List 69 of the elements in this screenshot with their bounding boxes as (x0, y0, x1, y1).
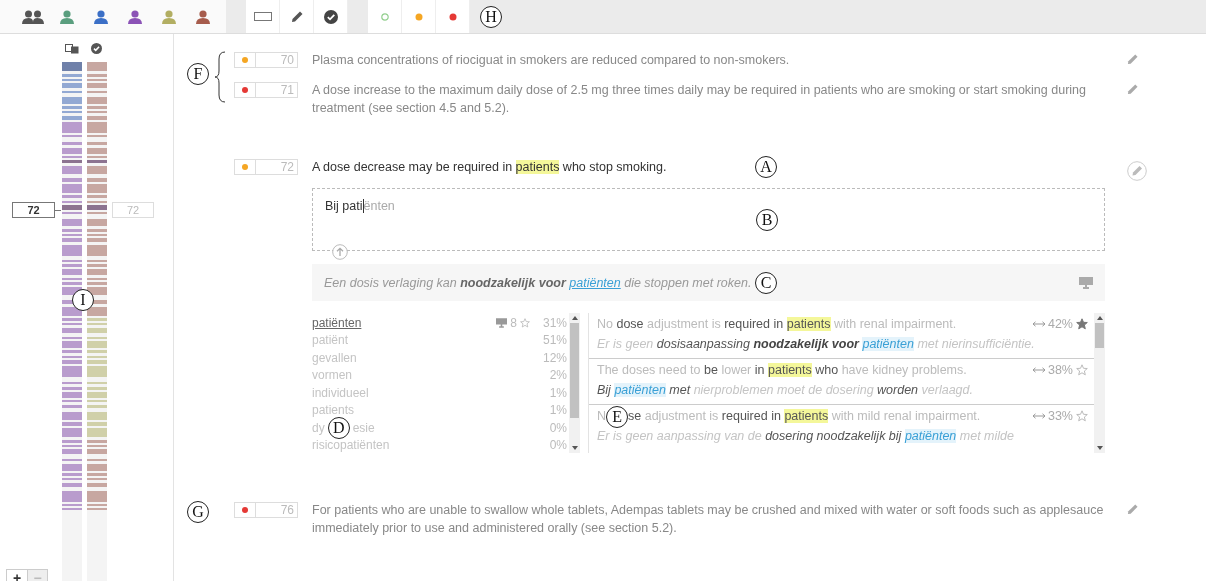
pencil-icon (290, 10, 303, 23)
segment-marker: 72 (112, 202, 154, 218)
callout-label: C (755, 271, 777, 294)
pencil-icon[interactable] (1127, 504, 1138, 515)
segment-view-button[interactable] (246, 0, 280, 33)
callout-label: G (187, 501, 209, 523)
double-arrow-icon (1032, 413, 1045, 419)
callout-label: E (606, 405, 629, 428)
translation-input-field[interactable]: Bij patiënten B (312, 188, 1105, 251)
scrollbar[interactable] (569, 313, 580, 453)
document-map-drawing[interactable] (62, 62, 107, 581)
callout-label: H (480, 5, 502, 28)
status-filter-button[interactable] (402, 0, 436, 33)
zoom-out-button[interactable]: − (27, 570, 47, 581)
segment-number: 70 (279, 53, 295, 67)
check-circle-icon (91, 43, 102, 54)
arrow-up-circle-icon[interactable] (332, 244, 348, 260)
scroll-thumb[interactable] (1095, 323, 1104, 348)
monitor-icon (1079, 276, 1093, 289)
segment-number: 72 (279, 160, 295, 174)
callout-label: F (187, 63, 209, 85)
check-circle-icon (323, 9, 338, 24)
double-arrow-icon (1032, 321, 1045, 327)
term-suggestion[interactable]: patiënt 51% (312, 331, 569, 349)
term-suggestion[interactable]: dy D esie 0% (312, 419, 569, 437)
rectangle-icon (253, 12, 272, 21)
pencil-icon[interactable] (1127, 54, 1138, 65)
edit-mode-button[interactable] (280, 0, 314, 33)
term-suggestion[interactable]: vormen 2% (312, 366, 569, 384)
star-outline-icon[interactable] (1076, 364, 1088, 376)
star-outline-icon[interactable] (520, 317, 530, 328)
segment-id-box[interactable]: 71 (234, 82, 298, 98)
star-icon[interactable] (1076, 318, 1088, 330)
segment-number: 71 (279, 83, 295, 97)
source-sentence: A dose increase to the maximum daily dose of 2.5 mg three times daily may be required in patients who are smoking or start smoking during treatment (see section 4.5 and 5.2). (312, 82, 1087, 117)
scroll-down-icon[interactable] (1096, 446, 1103, 450)
scroll-up-icon[interactable] (1096, 316, 1103, 320)
source-sentence: For patients who are unable to swallow whole tablets, Adempas tablets may be crushed and mixed with water or soft foods such as applesauce immediately prior to use and administered orally (see section 5.2). (312, 502, 1105, 537)
scroll-thumb[interactable] (570, 323, 579, 418)
term-suggestion[interactable]: individueel 1% (312, 384, 569, 402)
pencil-icon[interactable] (1127, 84, 1138, 95)
machine-translation-text: Een dosis verlaging kan noodzakelijk voor patiënten die stoppen met roken. (324, 275, 752, 290)
edit-circle-icon[interactable] (1127, 161, 1147, 181)
segment-marker: 72 (12, 202, 55, 218)
star-outline-icon[interactable] (1076, 410, 1088, 422)
double-arrow-icon (1032, 367, 1045, 373)
status-filter-button[interactable] (436, 0, 470, 33)
segment-id-box[interactable]: 70 (234, 52, 298, 68)
segment-id-box[interactable]: 72 (234, 159, 298, 175)
translation-memory-match[interactable]: No dose adjustment is required in patients with renal impairment. 42% Er is geen dosisaanpassing noodzakelijk voor patiënten met nierinsufficiëntie. (589, 313, 1094, 359)
segment-number: 76 (279, 503, 295, 517)
scroll-up-icon[interactable] (571, 316, 578, 320)
callout-label: A (755, 156, 777, 178)
term-link[interactable]: patiënten (569, 275, 621, 290)
callout-label: D (327, 416, 350, 439)
term-suggestion[interactable]: gevallen 12% (312, 349, 569, 367)
monitor-icon (496, 317, 508, 328)
scroll-down-icon[interactable] (571, 446, 578, 450)
source-sentence: Plasma concentrations of riociguat in smokers are reduced compared to non-smokers. (312, 52, 791, 69)
term-suggestion[interactable]: risicopatiënten 0% (312, 436, 569, 454)
callout-label: B (756, 208, 778, 231)
term-suggestion[interactable]: patiënten 8 31% (312, 314, 569, 332)
vote-count: 8 (510, 315, 517, 330)
term-suggestion[interactable]: patients 1% (312, 401, 569, 419)
confirmed-filter-button[interactable] (314, 0, 348, 33)
segment-id-box[interactable]: 76 (234, 502, 298, 518)
translation-memory-match[interactable]: N E se adjustment is required in patients with mild renal impairment. 33% Er is geen aanpassing van de dosering noodzakelijk bij patiënten met milde (589, 405, 1094, 448)
scrollbar[interactable] (1094, 313, 1105, 453)
translation-memory-match[interactable]: The doses need to be lower in patients who have kidney problems. 38% Bij patiënten met nierproblemen moet de dosering worden verlaagd. (589, 359, 1094, 405)
